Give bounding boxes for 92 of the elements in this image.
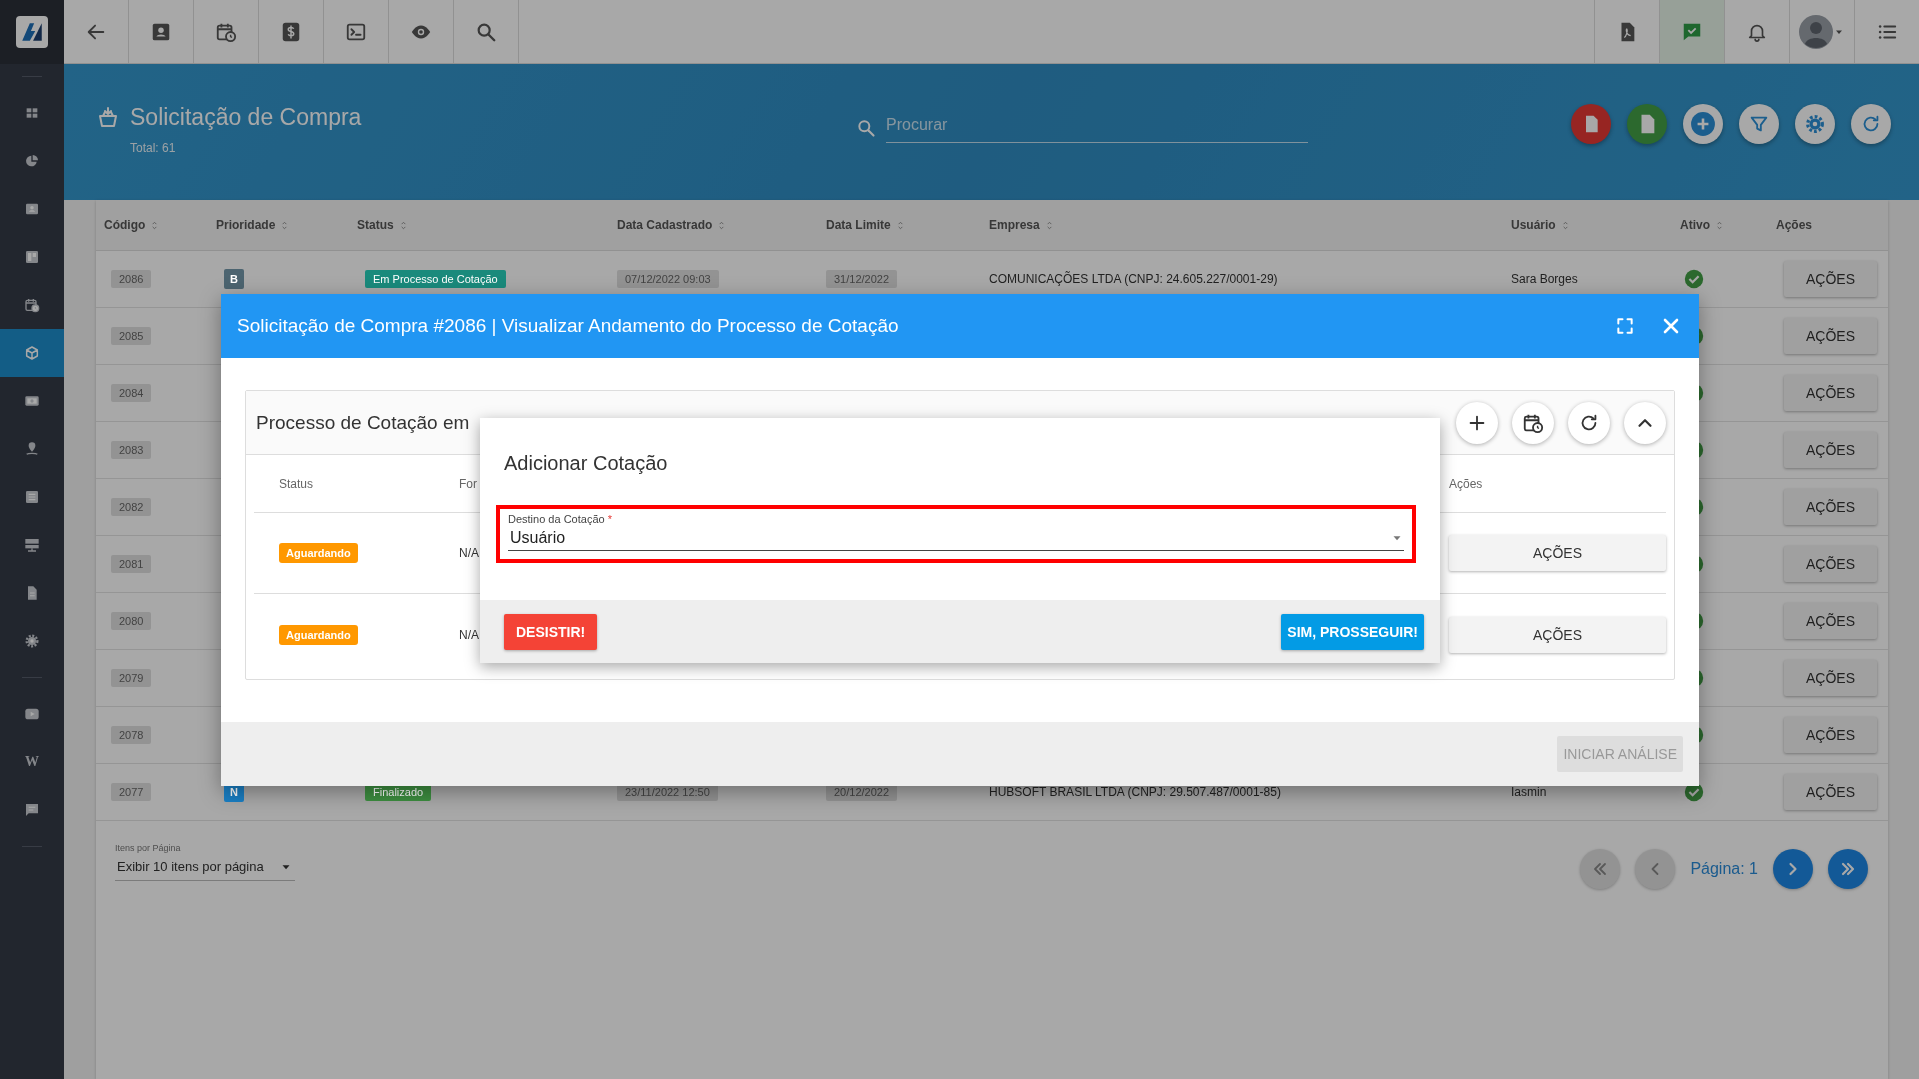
actions-button[interactable]: AÇÕES (1784, 432, 1877, 468)
chat-icon (24, 802, 40, 818)
filter-button[interactable] (1739, 104, 1779, 144)
status-tag: Aguardando (279, 543, 358, 563)
code-tag: 2078 (111, 726, 152, 744)
board-icon (24, 249, 40, 265)
code-tag: 2085 (111, 327, 152, 345)
total-count: Total: 61 (130, 141, 177, 155)
actions-button[interactable]: AÇÕES (1449, 616, 1666, 653)
basket-icon (96, 105, 120, 130)
table-cell-text: COMUNICAÇÕES LTDA (CNPJ: 24.605.227/0001-29) (989, 272, 1279, 286)
actions-button[interactable]: AÇÕES (1784, 546, 1877, 582)
export-spreadsheet-button[interactable] (1627, 104, 1667, 144)
calendar-clock-icon (24, 297, 40, 313)
collapse-button[interactable] (1624, 401, 1666, 444)
date-tag: 31/12/2022 (826, 270, 898, 288)
id-card-icon (24, 201, 40, 217)
code-tag: 2080 (111, 612, 152, 630)
actions-button[interactable]: AÇÕES (1784, 489, 1877, 525)
fullscreen-button[interactable] (1615, 316, 1635, 336)
code-tag: 2082 (111, 498, 152, 516)
code-tag: 2084 (111, 384, 152, 402)
refresh-button[interactable] (1568, 401, 1610, 444)
table-cell: N/A (459, 546, 479, 560)
select-field[interactable]: Destino da Cotação * Usuário (496, 505, 1416, 563)
pie-chart-icon (24, 153, 40, 169)
date-tag: 07/12/2022 09:03 (617, 270, 719, 288)
export-pdf-button[interactable] (1571, 104, 1611, 144)
field-label: Itens por Página (115, 843, 182, 853)
list-icon (24, 489, 40, 505)
gear-icon (1804, 113, 1826, 135)
column-header: For (459, 476, 478, 491)
actions-button[interactable]: AÇÕES (1784, 375, 1877, 411)
actions-button[interactable]: AÇÕES (1784, 261, 1877, 297)
avatar-icon (1799, 14, 1833, 49)
actions-button[interactable]: AÇÕES (1784, 318, 1877, 354)
actions-button[interactable]: AÇÕES (1784, 717, 1877, 753)
actions-button[interactable]: AÇÕES (1784, 603, 1877, 639)
dollar-icon (280, 20, 302, 43)
column-header[interactable]: Empresa (989, 218, 1040, 232)
sidebar-item[interactable] (0, 329, 64, 377)
column-header[interactable]: Prioridade (216, 218, 276, 232)
sort-icon[interactable] (1714, 219, 1725, 231)
card-title: Processo de Cotação em (256, 411, 470, 434)
column-header[interactable]: Status (357, 218, 394, 232)
actions-button[interactable]: AÇÕES (1784, 660, 1877, 696)
column-header: Ações (1449, 476, 1484, 491)
column-header[interactable]: Data Limite (826, 218, 891, 232)
grid-icon (24, 105, 40, 121)
page-size-select[interactable]: Exibir 10 itens por página (115, 853, 295, 881)
actions-button[interactable]: AÇÕES (1449, 535, 1666, 571)
table-cell-text: HUBSOFT BRASIL LTDA (CNPJ: 29.507.487/0001-85) (989, 785, 1282, 799)
table-cell-text: Sara Borges (1511, 272, 1579, 286)
status-tag: Aguardando (279, 624, 358, 645)
cancel-button[interactable]: DESISTIR! (504, 613, 598, 650)
last-page-button[interactable] (1828, 849, 1868, 889)
priority-tag: B (224, 269, 244, 289)
money-icon (24, 393, 40, 409)
column-header[interactable]: Código (104, 218, 146, 232)
search-field[interactable]: Procurar (886, 112, 1308, 143)
status-tag: Em Processo de Cotação (365, 270, 506, 288)
page-title: Solicitação de Compra (130, 104, 362, 131)
column-header[interactable]: Ativo (1680, 218, 1710, 232)
add-button[interactable] (1456, 401, 1498, 444)
column-header: Status (279, 476, 315, 491)
search-icon (856, 117, 876, 138)
modal-title: Solicitação de Compra #2086 | Visualizar Andamento do Processo de Cotação (237, 315, 899, 337)
messages-button[interactable] (1659, 0, 1724, 63)
play-icon (24, 706, 40, 722)
code-tag: 2079 (111, 669, 152, 687)
code-tag: 2081 (111, 555, 152, 573)
table-cell-text: Iasmin (1511, 785, 1548, 799)
cube-icon (24, 345, 40, 361)
next-page-button[interactable] (1773, 849, 1813, 889)
column-header[interactable]: Usuário (1511, 218, 1556, 232)
table-cell: N/A (459, 627, 479, 642)
sidebar-item[interactable]: W (0, 738, 64, 786)
page-indicator: Página: 1 (1690, 860, 1758, 878)
actions-button[interactable]: AÇÕES (1784, 774, 1877, 810)
location-pin-icon (24, 441, 40, 457)
schedule-button[interactable] (1512, 401, 1554, 444)
gear-icon (24, 633, 40, 649)
code-tag: 2086 (111, 270, 152, 288)
fullscreen-icon (1615, 316, 1635, 336)
settings-button[interactable] (1795, 104, 1835, 144)
code-tag: 2077 (111, 783, 152, 801)
server-icon (24, 537, 40, 553)
column-header[interactable]: Ações (1776, 218, 1813, 232)
first-page-button[interactable] (1580, 849, 1621, 889)
column-header[interactable]: Data Cadastrado (617, 218, 713, 232)
code-tag: 2083 (111, 441, 152, 459)
plus-circle-icon (1690, 111, 1716, 137)
